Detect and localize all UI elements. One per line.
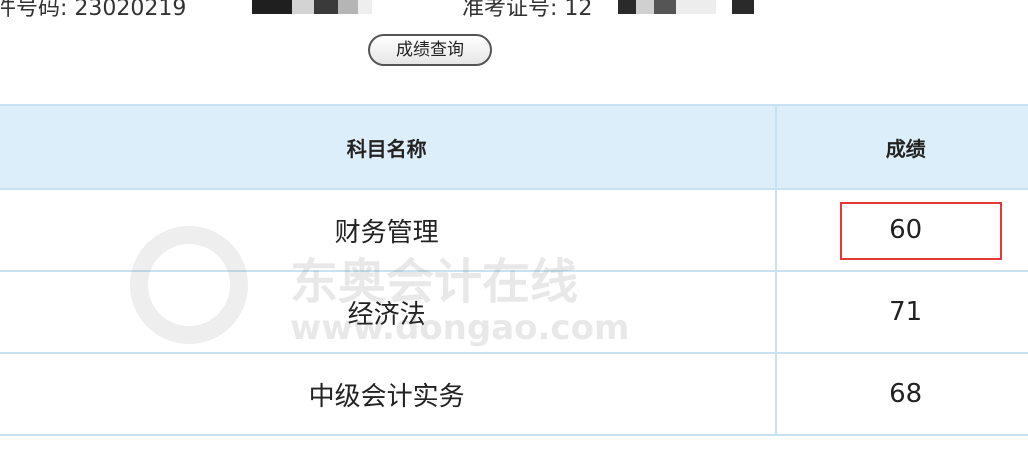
redaction-block — [636, 0, 654, 14]
column-header-score: 成绩 — [775, 104, 1028, 190]
id-number-label: 件号码: 23020219 — [0, 0, 187, 21]
redaction-block — [732, 0, 754, 14]
column-header-subject: 科目名称 — [0, 104, 778, 190]
redaction-block — [676, 0, 716, 14]
redaction-block — [338, 0, 358, 14]
subject-cell: 经济法 — [0, 270, 778, 354]
subject-cell: 财务管理 — [0, 188, 778, 272]
table-row: 财务管理 60 — [0, 188, 1028, 272]
score-cell: 60 — [775, 188, 1028, 272]
score-table: 科目名称 成绩 财务管理 60 经济法 71 中级会计实务 68 — [0, 104, 1028, 436]
redaction-block — [292, 0, 314, 14]
redaction-block — [654, 0, 676, 14]
score-query-button[interactable]: 成绩查询 — [368, 34, 492, 66]
candidate-info-line: 件号码: 23020219 准考证号: 12 — [0, 0, 1028, 21]
score-cell: 71 — [775, 270, 1028, 354]
redaction-block — [314, 0, 338, 14]
score-cell: 68 — [775, 352, 1028, 436]
ticket-number-label: 准考证号: 12 — [462, 0, 593, 21]
redaction-block — [358, 0, 372, 14]
redaction-block — [618, 0, 636, 14]
redaction-block — [252, 0, 292, 14]
table-row: 经济法 71 — [0, 270, 1028, 354]
table-header-row: 科目名称 成绩 — [0, 104, 1028, 190]
subject-cell: 中级会计实务 — [0, 352, 778, 436]
table-row: 中级会计实务 68 — [0, 352, 1028, 436]
